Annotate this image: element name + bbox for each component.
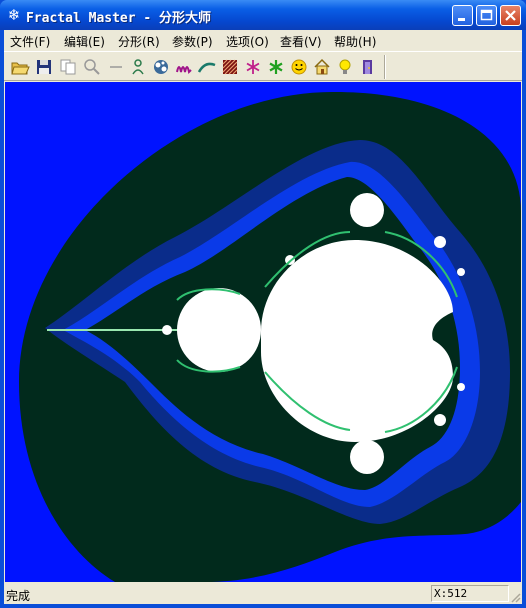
status-bar: 完成 X:512 xyxy=(4,584,522,604)
menu-edit[interactable]: 编辑(E) xyxy=(64,33,105,50)
app-window: ❄ Fractal Master - 分形大师 文件(F) 编辑(E) 分形(R… xyxy=(0,0,526,608)
maximize-button[interactable] xyxy=(476,5,497,26)
resize-grip-icon[interactable] xyxy=(509,591,521,603)
minimize-button[interactable] xyxy=(452,5,473,26)
close-button[interactable] xyxy=(500,5,521,26)
save-icon[interactable] xyxy=(34,57,54,77)
curve-m-icon[interactable] xyxy=(174,57,194,77)
fractal-canvas[interactable] xyxy=(5,82,521,582)
menu-help[interactable]: 帮助(H) xyxy=(334,33,376,50)
zoom-icon[interactable] xyxy=(82,57,102,77)
window-title: Fractal Master - 分形大师 xyxy=(26,11,212,26)
home-icon[interactable] xyxy=(312,57,332,77)
help-bulb-icon[interactable] xyxy=(335,57,355,77)
toolbar xyxy=(4,51,522,81)
menu-options[interactable]: 选项(O) xyxy=(226,33,269,50)
snowflake-red-icon[interactable] xyxy=(243,57,263,77)
menu-fractal[interactable]: 分形(R) xyxy=(118,33,160,50)
title-bar[interactable]: ❄ Fractal Master - 分形大师 xyxy=(0,0,526,30)
menu-bar: 文件(F) 编辑(E) 分形(R) 参数(P) 选项(O) 查看(V) 帮助(H… xyxy=(4,30,522,50)
snowflake-icon[interactable]: ❄ xyxy=(6,7,22,23)
fern-icon[interactable] xyxy=(197,57,217,77)
toolbar-separator xyxy=(384,55,386,79)
open-folder-icon[interactable] xyxy=(10,57,30,77)
menu-params[interactable]: 参数(P) xyxy=(172,33,213,50)
copy-icon[interactable] xyxy=(58,57,78,77)
snowflake-green-icon[interactable] xyxy=(266,57,286,77)
status-text: 完成 xyxy=(6,589,31,603)
line-icon[interactable] xyxy=(106,57,126,77)
coordinate-readout: X:512 xyxy=(431,585,509,602)
texture-icon[interactable] xyxy=(220,57,240,77)
tree-fractal-icon[interactable] xyxy=(128,57,148,77)
julia-set-icon[interactable] xyxy=(151,57,171,77)
menu-file[interactable]: 文件(F) xyxy=(10,33,50,50)
menu-view[interactable]: 查看(V) xyxy=(280,33,322,50)
mandelbrot-image xyxy=(5,82,521,582)
smiley-icon[interactable] xyxy=(289,57,309,77)
exit-icon[interactable] xyxy=(358,57,378,77)
client-area: 文件(F) 编辑(E) 分形(R) 参数(P) 选项(O) 查看(V) 帮助(H… xyxy=(4,30,522,604)
